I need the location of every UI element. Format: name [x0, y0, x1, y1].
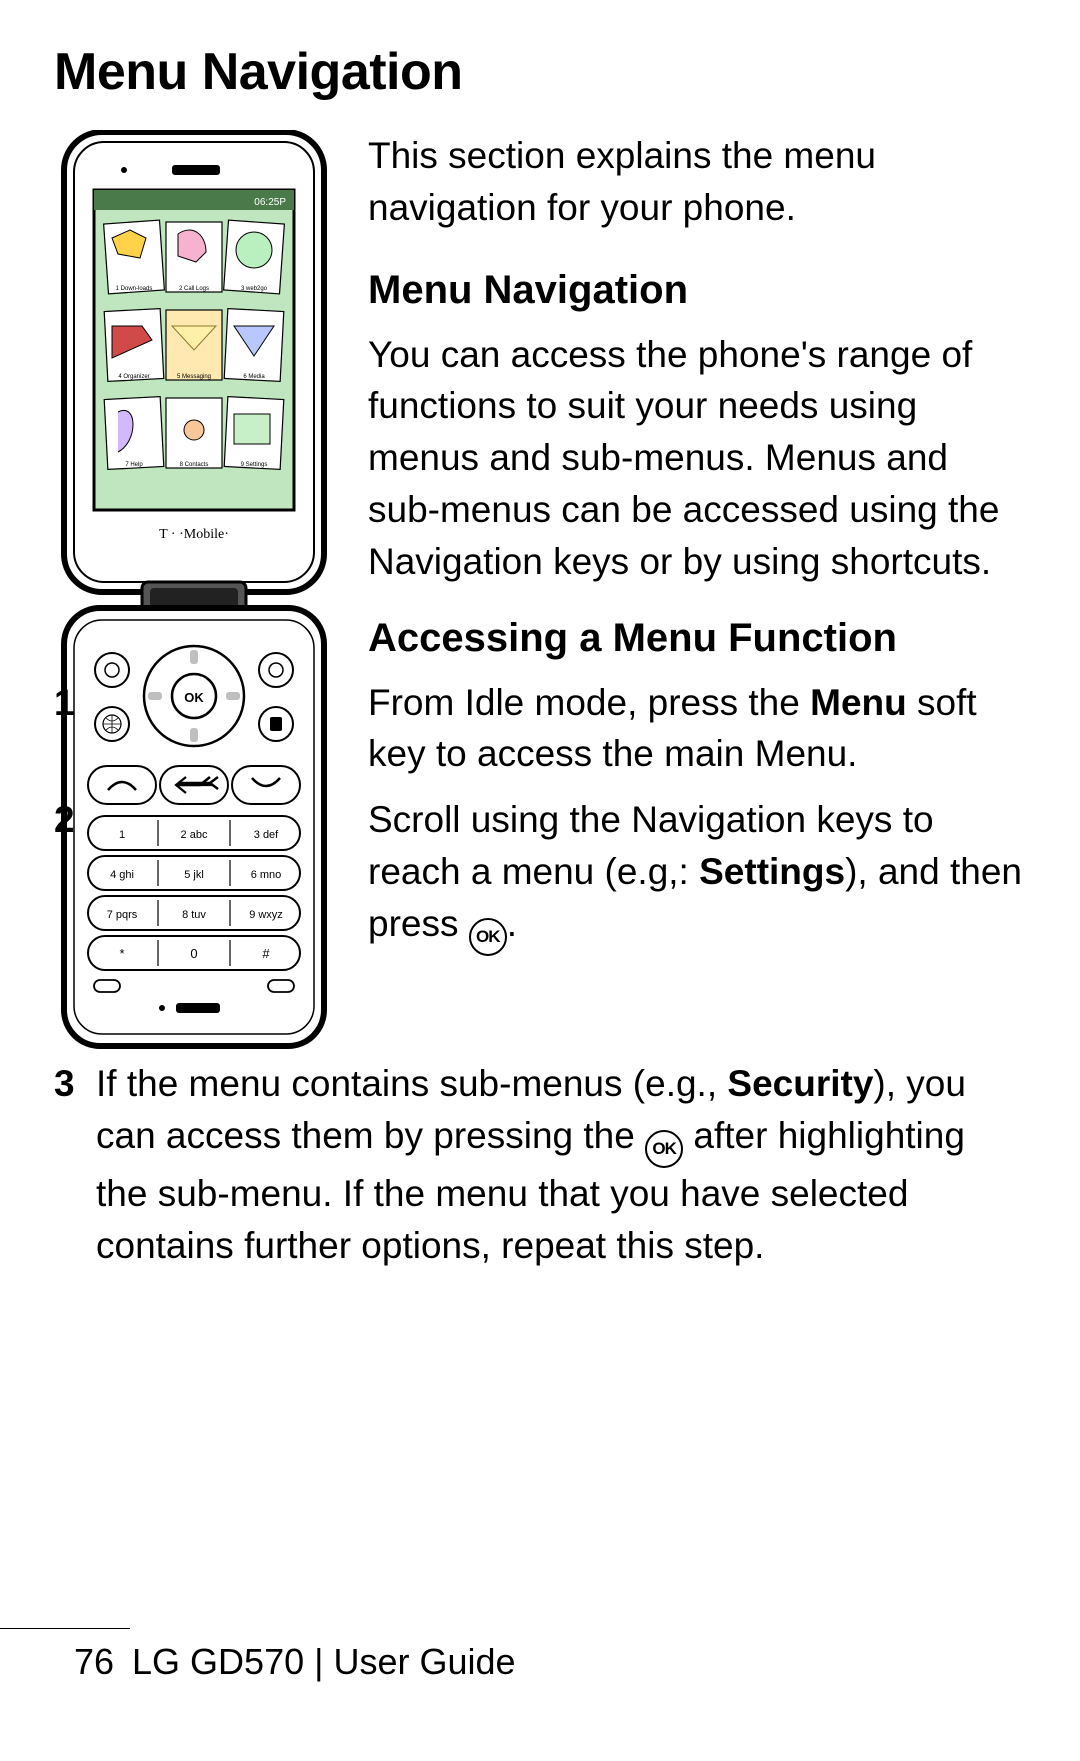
svg-text:5 Messaging: 5 Messaging: [177, 374, 211, 380]
ok-icon: OK: [645, 1130, 683, 1168]
svg-text:6 Media: 6 Media: [243, 374, 265, 380]
step3-bold: Security: [727, 1063, 873, 1104]
step-3: If the menu contains sub-menus (e.g., Se…: [54, 1058, 1026, 1271]
carrier-label: T · ·Mobile·: [159, 527, 229, 542]
step3-text-a: If the menu contains sub-menus (e.g.,: [96, 1063, 727, 1104]
page-title: Menu Navigation: [54, 42, 1026, 102]
step-1: From Idle mode, press the Menu soft key …: [54, 677, 1026, 781]
svg-text:8 Contacts: 8 Contacts: [180, 462, 209, 468]
svg-text:3 web2go: 3 web2go: [241, 286, 268, 292]
step-2: Scroll using the Navigation keys to reac…: [54, 794, 1026, 956]
footer-divider: |: [304, 1641, 333, 1682]
page-footer: 76 LG GD570 | User Guide: [0, 1628, 1080, 1683]
step2-text-c: .: [507, 903, 517, 944]
svg-text:1 Down-loads: 1 Down-loads: [116, 286, 153, 292]
ok-icon: OK: [469, 918, 507, 956]
footer-rule: [0, 1628, 130, 1629]
phone-clock: 06:25P: [254, 197, 286, 208]
footer-doc-name: User Guide: [333, 1641, 515, 1682]
page-number: 76: [74, 1641, 122, 1683]
svg-text:2 Call Logs: 2 Call Logs: [179, 286, 209, 292]
svg-text:7 Help: 7 Help: [125, 462, 143, 468]
step1-text-a: From Idle mode, press the: [368, 682, 810, 723]
svg-text:4 Organizer: 4 Organizer: [118, 374, 149, 380]
footer-product: LG GD570: [132, 1641, 304, 1682]
svg-text:9 Settings: 9 Settings: [241, 462, 268, 468]
step1-bold: Menu: [810, 682, 907, 723]
step2-bold: Settings: [699, 851, 845, 892]
